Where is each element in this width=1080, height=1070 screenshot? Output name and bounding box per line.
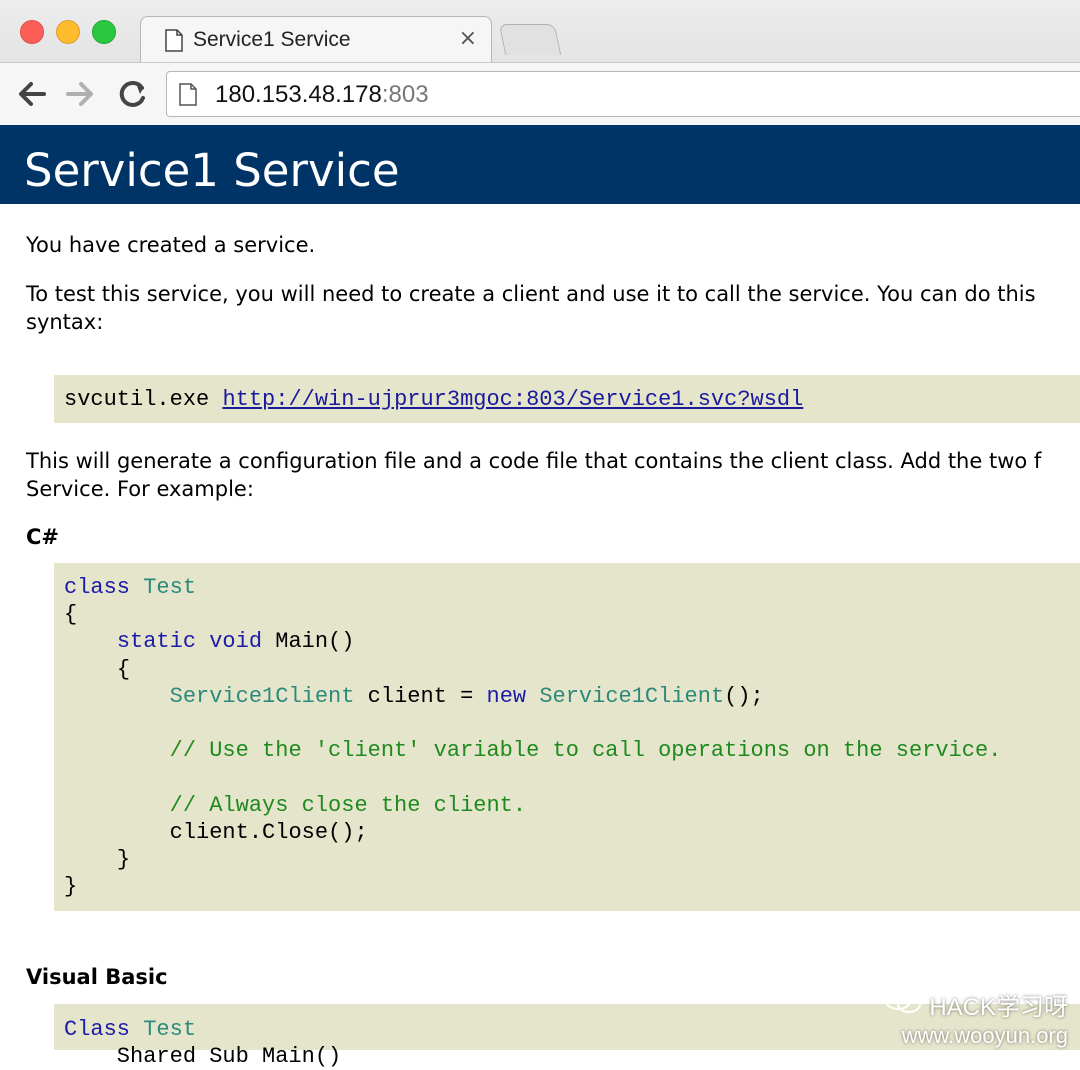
test-instructions-line2: syntax: [26, 310, 104, 334]
close-window-button[interactable] [20, 20, 44, 44]
tab-close-icon[interactable]: × [459, 26, 477, 51]
code-keyword: static [116, 629, 197, 655]
svcutil-command: svcutil.exe http://win-ujprur3mgoc:803/S… [64, 386, 803, 413]
browser-chrome: Service1 Service × 180.153.48.178:803 [0, 0, 1080, 125]
code-keyword: Class [64, 1017, 131, 1042]
wechat-icon [883, 986, 923, 1023]
vb-heading: Visual Basic [26, 965, 168, 989]
code-type: Service1Client [539, 683, 725, 709]
code-text: { [64, 602, 78, 628]
page-icon [179, 83, 197, 110]
url-host: 180.153.48.178 [215, 81, 382, 108]
reload-icon[interactable] [116, 77, 150, 111]
new-tab-button[interactable] [498, 24, 562, 55]
forward-arrow-icon[interactable] [64, 77, 98, 111]
generate-text-line2: Service. For example: [26, 477, 254, 501]
code-keyword: void [209, 629, 263, 655]
code-text: } [64, 874, 78, 900]
code-comment: // Always close the client. [169, 792, 527, 818]
test-instructions-line1: To test this service, you will need to c… [26, 282, 1036, 306]
zoom-window-button[interactable] [92, 20, 116, 44]
tab-title: Service1 Service [193, 28, 351, 51]
csharp-code: class Test { static void Main() { Servic… [64, 574, 1001, 900]
wsdl-link[interactable]: http://win-ujprur3mgoc:803/Service1.svc?… [222, 387, 803, 412]
code-text: { [116, 656, 131, 682]
back-arrow-icon[interactable] [14, 77, 48, 111]
toolbar: 180.153.48.178:803 [0, 62, 1080, 125]
code-text: client = [354, 683, 487, 709]
minimize-window-button[interactable] [56, 20, 80, 44]
url-text[interactable]: 180.153.48.178:803 [215, 81, 429, 109]
code-keyword: new [486, 683, 527, 709]
page-icon [165, 29, 183, 56]
code-comment: // Use the 'client' variable to call ope… [169, 738, 1002, 764]
code-keyword: class [64, 575, 131, 600]
address-bar[interactable]: 180.153.48.178:803 [166, 71, 1080, 117]
intro-text: You have created a service. [26, 233, 316, 257]
code-text: Shared Sub Main() [64, 1044, 342, 1070]
svcutil-codebox: svcutil.exe http://win-ujprur3mgoc:803/S… [54, 375, 1080, 423]
watermark-brand: HACK学习呀 [929, 994, 1068, 1021]
code-type: Test [143, 575, 197, 600]
code-text: } [116, 847, 131, 873]
page-title: Service1 Service [24, 144, 400, 197]
page-header: Service1 Service [0, 125, 1080, 204]
code-text: client.Close(); [169, 819, 368, 845]
generate-text-line1: This will generate a configuration file … [26, 449, 1042, 473]
code-text: (); [724, 683, 764, 709]
code-type: Test [143, 1017, 197, 1042]
code-type: Service1Client [169, 683, 355, 709]
code-text: Main() [275, 629, 355, 655]
url-port: :803 [381, 81, 429, 108]
svcutil-exe: svcutil.exe [64, 387, 223, 412]
browser-tab[interactable]: Service1 Service × [140, 16, 492, 64]
vb-code: Class Test Shared Sub Main() [64, 1016, 341, 1070]
watermark-site: www.wooyun.org [901, 1023, 1068, 1048]
csharp-codebox: class Test { static void Main() { Servic… [54, 563, 1080, 911]
csharp-heading: C# [26, 525, 60, 549]
watermark: HACK学习呀 www.wooyun.org [883, 986, 1068, 1049]
